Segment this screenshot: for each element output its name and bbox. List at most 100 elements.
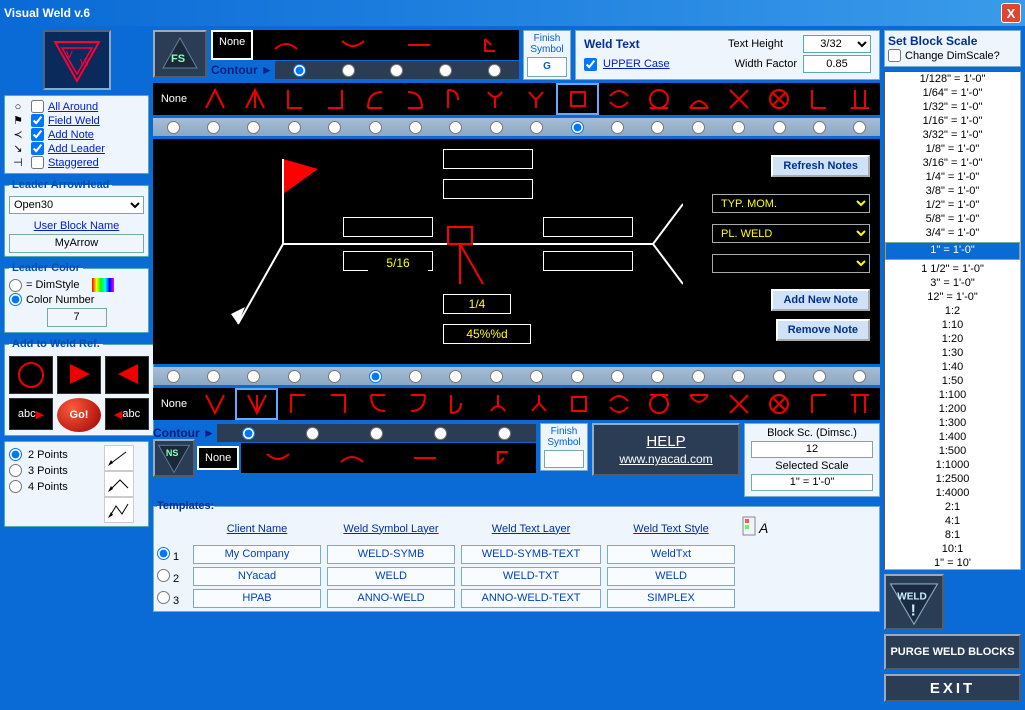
sym-top-none[interactable]: None — [153, 83, 195, 115]
contour-shape-4[interactable] — [453, 30, 520, 60]
canvas-field-3[interactable] — [343, 217, 433, 237]
dot-dot-strip-top-9[interactable] — [530, 121, 543, 134]
ref-flag-left[interactable] — [57, 356, 101, 394]
scale-item[interactable]: 1/4" = 1'-0" — [885, 170, 1020, 184]
scale-item[interactable]: 1/64" = 1'-0" — [885, 86, 1020, 100]
all-around-check[interactable] — [31, 100, 44, 113]
canvas-field-2[interactable] — [443, 179, 533, 199]
scale-item[interactable]: 1" = 1'-0" — [885, 242, 1020, 260]
contour-top-r2[interactable] — [390, 64, 403, 77]
contour-bot-r1[interactable] — [306, 427, 319, 440]
tpl-cell[interactable]: SIMPLEX — [607, 589, 735, 608]
sym-top-8[interactable] — [476, 83, 516, 115]
finish-top-value[interactable]: G — [527, 57, 567, 77]
contour-bshape-1[interactable] — [241, 443, 315, 473]
sym-top-6[interactable] — [396, 83, 436, 115]
points-2-radio[interactable] — [9, 448, 22, 461]
scale-item[interactable]: 3/8" = 1'-0" — [885, 184, 1020, 198]
points-4-radio[interactable] — [9, 480, 22, 493]
dot-dot-strip-mid-2[interactable] — [247, 370, 260, 383]
scale-item[interactable]: 1:50 — [885, 374, 1020, 388]
block-scale-value[interactable]: 12 — [751, 441, 873, 458]
sym-top-7[interactable] — [436, 83, 476, 115]
contour-shape-2[interactable] — [320, 30, 387, 60]
contour-bot-r3[interactable] — [434, 427, 447, 440]
scale-item[interactable]: 1 1/2" = 1'-0" — [885, 262, 1020, 276]
tpl-cell[interactable]: WeldTxt — [607, 545, 735, 564]
scale-item[interactable]: 5/8" = 1'-0" — [885, 212, 1020, 226]
sym-top-10[interactable] — [556, 83, 599, 115]
tpl-radio-2[interactable] — [157, 569, 170, 582]
purge-button[interactable]: PURGE WELD BLOCKS — [884, 634, 1021, 670]
sym-top-17[interactable] — [840, 83, 880, 115]
width-input[interactable] — [803, 55, 871, 73]
sym-bot-2[interactable] — [235, 388, 278, 420]
scale-item[interactable]: 1:400 — [885, 430, 1020, 444]
refresh-notes-button[interactable]: Refresh Notes — [771, 155, 870, 177]
leader-arrowhead-select[interactable]: Open30 — [9, 196, 144, 214]
dot-dot-strip-top-2[interactable] — [247, 121, 260, 134]
upper-case-check[interactable] — [584, 58, 597, 71]
dot-dot-strip-mid-13[interactable] — [692, 370, 705, 383]
dot-dot-strip-top-16[interactable] — [813, 121, 826, 134]
dot-dot-strip-top-17[interactable] — [853, 121, 866, 134]
scale-item[interactable]: 1:1000 — [885, 458, 1020, 472]
help-url[interactable]: www.nyacad.com — [598, 452, 734, 466]
contour-shape-1[interactable] — [253, 30, 320, 60]
sym-top-13[interactable] — [680, 83, 720, 115]
go-button[interactable]: Go! — [57, 398, 101, 432]
sym-bot-5[interactable] — [359, 388, 399, 420]
contour-bot-r2[interactable] — [370, 427, 383, 440]
tpl-cell[interactable]: NYacad — [193, 567, 321, 586]
tpl-cell[interactable]: ANNO-WELD-TEXT — [461, 589, 601, 608]
contour-bshape-2[interactable] — [315, 443, 389, 473]
scale-item[interactable]: 1:500 — [885, 444, 1020, 458]
finish-bot-value[interactable] — [544, 450, 584, 468]
tpl-radio-3[interactable] — [157, 591, 170, 604]
scale-item[interactable]: 1:30 — [885, 346, 1020, 360]
dot-dot-strip-top-1[interactable] — [207, 121, 220, 134]
scale-item[interactable]: 1/8" = 1'-0" — [885, 142, 1020, 156]
selected-scale-value[interactable]: 1" = 1'-0" — [751, 474, 873, 491]
dot-dot-strip-top-7[interactable] — [449, 121, 462, 134]
sym-bot-10[interactable] — [559, 388, 599, 420]
scale-item[interactable]: 3" = 1'-0" — [885, 276, 1020, 290]
dot-dot-strip-top-14[interactable] — [732, 121, 745, 134]
sym-top-15[interactable] — [760, 83, 800, 115]
dot-dot-strip-mid-7[interactable] — [449, 370, 462, 383]
scale-item[interactable]: 1:2500 — [885, 472, 1020, 486]
sym-top-3[interactable] — [275, 83, 315, 115]
sym-top-4[interactable] — [315, 83, 355, 115]
weld-run-button[interactable]: WELD! — [884, 574, 944, 630]
dot-dot-strip-mid-11[interactable] — [611, 370, 624, 383]
dot-dot-strip-mid-5[interactable] — [369, 370, 382, 383]
points-3-radio[interactable] — [9, 464, 22, 477]
sym-bot-11[interactable] — [599, 388, 639, 420]
sym-bot-15[interactable] — [760, 388, 800, 420]
sym-top-9[interactable] — [516, 83, 556, 115]
tpl-cell[interactable]: WELD-TXT — [461, 567, 601, 586]
colornum-radio[interactable] — [9, 293, 22, 306]
contour-top-none[interactable]: None — [211, 30, 253, 60]
add-leader-check[interactable] — [31, 142, 44, 155]
scale-item[interactable]: 1:200 — [885, 402, 1020, 416]
note-select-2[interactable]: PL. WELD — [712, 224, 870, 243]
dot-dot-strip-mid-9[interactable] — [530, 370, 543, 383]
sym-bot-6[interactable] — [399, 388, 439, 420]
scale-item[interactable]: 12" = 1'-0" — [885, 290, 1020, 304]
dot-dot-strip-mid-14[interactable] — [732, 370, 745, 383]
note-select-1[interactable]: TYP. MOM. — [712, 194, 870, 213]
sym-top-16[interactable] — [800, 83, 840, 115]
sym-top-12[interactable] — [639, 83, 679, 115]
tpl-cell[interactable]: ANNO-WELD — [327, 589, 455, 608]
contour-bshape-4[interactable] — [462, 443, 536, 473]
ref-flag-right[interactable] — [105, 356, 149, 394]
dot-dot-strip-top-15[interactable] — [773, 121, 786, 134]
sym-top-1[interactable] — [195, 83, 235, 115]
tpl-cell[interactable]: WELD — [607, 567, 735, 586]
field-weld-check[interactable] — [31, 114, 44, 127]
contour-bot-none[interactable]: None — [197, 446, 239, 470]
tpl-cell[interactable]: WELD-SYMB-TEXT — [461, 545, 601, 564]
add-note-check[interactable] — [31, 128, 44, 141]
color-value[interactable]: 7 — [47, 308, 107, 327]
